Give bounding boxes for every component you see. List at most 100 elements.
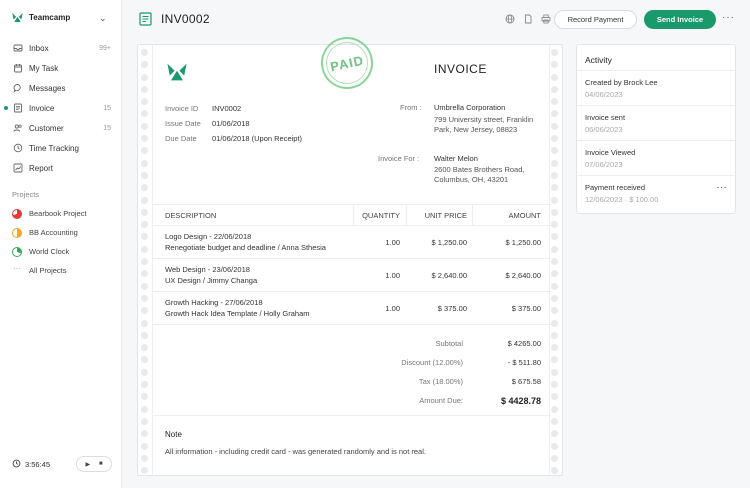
play-icon[interactable]: ▶ xyxy=(85,461,90,468)
project-item[interactable]: Bearbook Project xyxy=(0,204,122,223)
print-icon[interactable] xyxy=(541,14,551,26)
sidebar-item-invoice[interactable]: Invoice 15 xyxy=(0,98,122,118)
perforation-hole xyxy=(551,61,558,69)
total-value: $ 4265.00 xyxy=(507,339,541,348)
total-label: Amount Due: xyxy=(419,396,463,405)
brand[interactable]: Teamcamp xyxy=(11,11,70,24)
perforation-hole xyxy=(551,405,558,413)
perforation-hole xyxy=(551,122,558,130)
invoice-heading: INVOICE xyxy=(434,62,487,76)
column-header: DESCRIPTION xyxy=(165,210,217,220)
more-options-icon[interactable]: ··· xyxy=(722,12,735,23)
more-options-icon[interactable]: ··· xyxy=(717,182,728,192)
perforation-hole xyxy=(141,196,148,204)
item-description: Logo Design - 22/06/2018 Renegotiate budg… xyxy=(153,226,353,258)
project-item[interactable]: World Clock xyxy=(0,242,122,261)
perforation-hole xyxy=(141,233,148,241)
item-title: Growth Hacking - 27/06/2018 xyxy=(165,298,263,307)
perforation-hole xyxy=(141,49,148,56)
invoice-document: PAID INVOICE Invoice ID INV0002 Issue Dat… xyxy=(137,32,563,479)
perforation-hole xyxy=(551,270,558,278)
sidebar-item-label: Report xyxy=(29,163,54,173)
sidebar-item-time-tracking[interactable]: Time Tracking xyxy=(0,138,122,158)
meta-label: Invoice ID xyxy=(165,104,199,113)
more-dots-icon: ··· xyxy=(13,263,21,273)
meta-value: 01/06/2018 xyxy=(212,119,250,128)
page-header: INV0002 Record Payment Send Invoice ··· xyxy=(122,0,750,38)
timer-controls: ▶ ■ xyxy=(76,456,112,472)
perforation-hole xyxy=(141,245,148,253)
project-avatar xyxy=(12,208,22,219)
perforation-right xyxy=(551,49,559,479)
table-row: Logo Design - 22/06/2018 Renegotiate budg… xyxy=(153,226,551,259)
paid-stamp: PAID xyxy=(316,32,378,94)
perforation-hole xyxy=(551,319,558,327)
sidebar-item-my-task[interactable]: My Task xyxy=(0,58,122,78)
perforation-hole xyxy=(551,417,558,425)
perforation-hole xyxy=(551,307,558,315)
activity-text: Payment received xyxy=(585,183,646,192)
invoice-icon xyxy=(12,103,23,114)
item-unit-price: $ 1,250.00 xyxy=(431,237,467,247)
project-item-all[interactable]: ··· All Projects xyxy=(0,261,122,280)
item-description: Growth Hacking - 27/06/2018 Growth Hack I… xyxy=(153,292,353,324)
perforation-hole xyxy=(141,110,148,118)
column-header: UNIT PRICE xyxy=(406,205,472,225)
calendar-icon xyxy=(12,63,23,74)
send-invoice-button[interactable]: Send Invoice xyxy=(644,10,716,29)
activity-item: Invoice sent 06/06/2023 xyxy=(577,105,735,140)
perforation-hole xyxy=(141,368,148,376)
globe-icon[interactable] xyxy=(505,14,515,26)
perforation-hole xyxy=(141,122,148,130)
perforation-hole xyxy=(141,467,148,475)
meta-row-due-date: Due Date 01/06/2018 (Upon Receipt) xyxy=(165,131,302,146)
perforation-hole xyxy=(551,196,558,204)
perforation-hole xyxy=(141,294,148,302)
sidebar: Teamcamp ⌄ Inbox 99+ My Task Messages In… xyxy=(0,0,122,488)
perforation-hole xyxy=(551,98,558,106)
invoice-for-address: 2600 Bates Brothers Road, Columbus, OH, … xyxy=(434,165,525,184)
activity-text: Invoice Viewed xyxy=(585,148,636,157)
perforation-hole xyxy=(551,49,558,56)
perforation-hole xyxy=(551,368,558,376)
perforation-hole xyxy=(551,73,558,81)
meta-label: Due Date xyxy=(165,134,197,143)
perforation-hole xyxy=(141,171,148,179)
perforation-hole xyxy=(141,331,148,339)
sidebar-item-label: Time Tracking xyxy=(29,143,79,153)
perforation-hole xyxy=(551,85,558,93)
record-payment-button[interactable]: Record Payment xyxy=(554,10,637,29)
sidebar-item-label: My Task xyxy=(29,63,59,73)
sidebar-item-report[interactable]: Report xyxy=(0,158,122,178)
sidebar-item-inbox[interactable]: Inbox 99+ xyxy=(0,38,122,58)
item-amount: $ 375.00 xyxy=(511,303,541,313)
item-title: Logo Design - 22/06/2018 xyxy=(165,232,252,241)
perforation-hole xyxy=(551,135,558,143)
copy-icon[interactable] xyxy=(523,14,533,26)
header-actions xyxy=(505,14,551,26)
perforation-hole xyxy=(551,467,558,475)
note-text: All information - including credit card … xyxy=(165,447,426,456)
perforation-hole xyxy=(141,405,148,413)
subtotal-row: Subtotal $ 4265.00 xyxy=(383,334,541,353)
activity-date: 12/06/2023 · $ 100.00 xyxy=(585,195,659,204)
count-badge: 99+ xyxy=(99,44,111,52)
perforation-hole xyxy=(141,393,148,401)
discount-row: Discount (12.00%) - $ 511.80 xyxy=(383,353,541,372)
item-subtitle: Growth Hack Idea Template / Holly Graham xyxy=(165,309,310,318)
perforation-hole xyxy=(141,344,148,352)
project-item[interactable]: BB Accounting xyxy=(0,223,122,242)
sidebar-item-messages[interactable]: Messages xyxy=(0,78,122,98)
stop-icon[interactable]: ■ xyxy=(99,461,103,467)
perforation-hole xyxy=(551,381,558,389)
chevron-down-icon[interactable]: ⌄ xyxy=(99,13,107,24)
item-unit-price: $ 2,640.00 xyxy=(431,270,467,280)
item-amount: $ 2,640.00 xyxy=(505,270,541,280)
perforation-hole xyxy=(141,159,148,167)
sidebar-item-customer[interactable]: Customer 15 xyxy=(0,118,122,138)
timer-value: 3:56:45 xyxy=(25,460,51,469)
perforation-hole xyxy=(551,147,558,155)
item-unit-price: $ 375.00 xyxy=(437,303,467,313)
meta-row-issue-date: Issue Date 01/06/2018 xyxy=(165,116,302,131)
line-items-table: DESCRIPTION QUANTITY UNIT PRICE AMOUNT L… xyxy=(153,204,551,325)
